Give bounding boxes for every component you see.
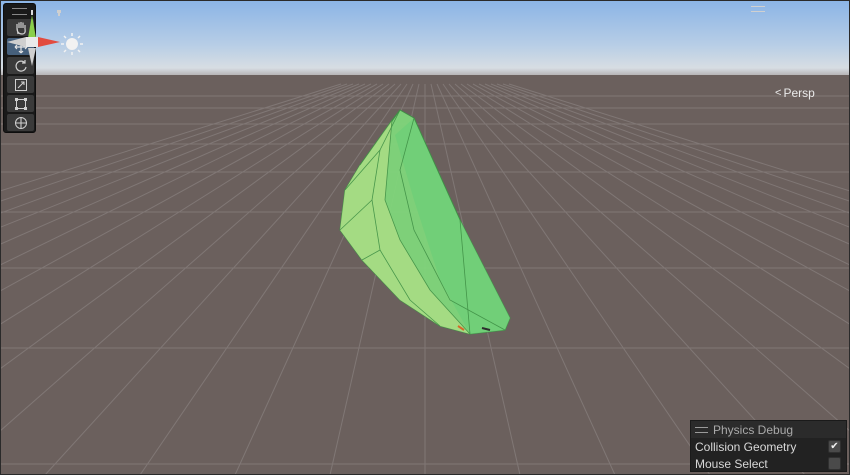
- rect-tool-button[interactable]: [7, 95, 34, 112]
- mouse-select-row[interactable]: Mouse Select: [691, 455, 846, 472]
- scale-icon: [14, 78, 27, 91]
- physics-debug-header[interactable]: Physics Debug: [691, 421, 846, 438]
- scene-viewport[interactable]: < Persp Physics Debug Collision Geometry…: [0, 0, 850, 475]
- orientation-gizmo[interactable]: [0, 0, 85, 75]
- mouse-select-label: Mouse Select: [695, 456, 768, 471]
- collision-geometry-checkbox[interactable]: ✔: [828, 440, 841, 453]
- projection-toggle[interactable]: < Persp: [775, 86, 815, 100]
- projection-arrow-icon: <: [775, 87, 782, 99]
- panel-grip-icon[interactable]: [695, 426, 708, 433]
- mouse-select-checkbox[interactable]: [828, 457, 841, 470]
- collision-geometry-label: Collision Geometry: [695, 439, 797, 454]
- physics-debug-panel: Physics Debug Collision Geometry ✔ Mouse…: [690, 420, 847, 472]
- collision-geometry-row[interactable]: Collision Geometry ✔: [691, 438, 846, 455]
- gizmo-y-axis: [28, 15, 36, 38]
- gizmo-x-axis: [38, 37, 60, 47]
- projection-label: Persp: [783, 86, 815, 100]
- light-icon: [66, 38, 78, 50]
- gizmo-center-cube: [26, 37, 38, 47]
- scene-view-svg[interactable]: [0, 0, 850, 475]
- sky: [0, 0, 850, 80]
- gizmo-menu-icon[interactable]: [751, 6, 765, 12]
- gizmo-neg-x-axis: [7, 37, 26, 47]
- transform-icon: [14, 116, 27, 129]
- rect-transform-icon: [14, 97, 27, 110]
- physics-debug-title: Physics Debug: [713, 422, 794, 437]
- gizmo-neg-y-axis: [28, 48, 36, 66]
- scale-tool-button[interactable]: [7, 76, 34, 93]
- transform-tool-button[interactable]: [7, 114, 34, 131]
